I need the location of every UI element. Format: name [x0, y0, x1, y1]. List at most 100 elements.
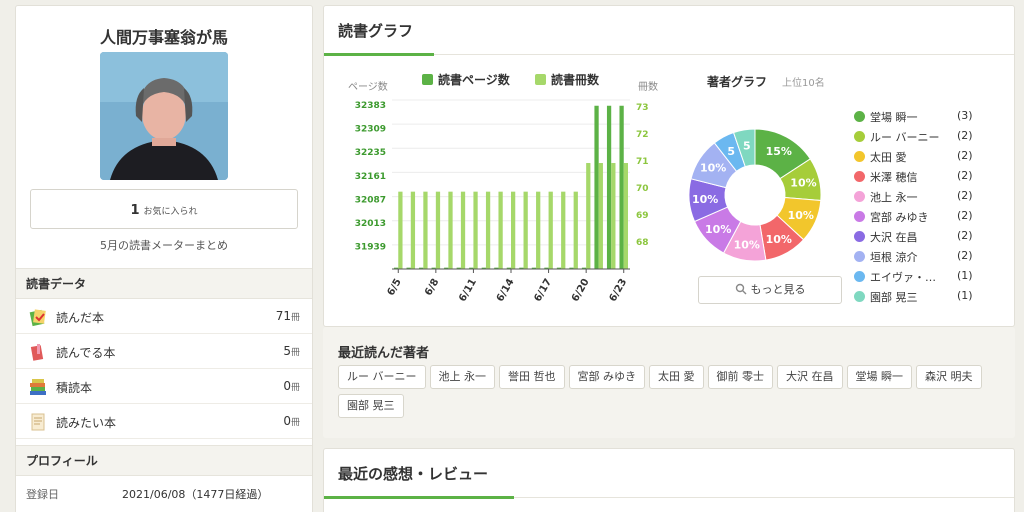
- legend-dot: [854, 291, 865, 302]
- bar-books: [448, 191, 453, 269]
- legend-count: (3): [957, 109, 973, 122]
- legend-swatch-books: [535, 74, 546, 85]
- right-tick-label: 69: [636, 211, 649, 221]
- stat-label: 読んでる本: [56, 346, 116, 360]
- pie-legend-item[interactable]: 宮部 みゆき (2): [854, 209, 973, 225]
- left-tick-label: 32383: [355, 101, 386, 111]
- pie-slice-label: 5: [727, 145, 735, 158]
- author-tag[interactable]: ルー バーニー: [338, 365, 426, 389]
- profile-heading: プロフィール: [16, 445, 312, 476]
- pie-legend-item[interactable]: 米澤 穂信 (2): [854, 169, 973, 185]
- x-tick-label: 6/5: [386, 277, 404, 298]
- bar-pages: [594, 105, 599, 269]
- left-tick-label: 32161: [355, 172, 386, 182]
- registration-row: 登録日 2021/06/08（1477日経過）: [16, 478, 312, 508]
- right-tick-label: 68: [636, 238, 649, 248]
- legend-count: (2): [957, 129, 973, 142]
- author-tag[interactable]: 御前 零士: [707, 365, 773, 389]
- reading-graph-panel: 読書グラフ ページ数 冊数 読書ページ数 読書冊数 32383 32309 32235 321…: [323, 5, 1015, 327]
- bar-books: [623, 163, 628, 269]
- bar-books: [548, 191, 553, 269]
- pie-legend-item[interactable]: 園部 晃三 (1): [854, 289, 973, 305]
- right-tick-label: 72: [636, 130, 649, 140]
- left-tick-label: 32087: [355, 195, 386, 205]
- author-tag[interactable]: 太田 愛: [649, 365, 704, 389]
- stat-row-wishlist[interactable]: 読みたい本 0冊: [16, 404, 312, 439]
- bar-books: [485, 191, 491, 269]
- graph-title: 読書グラフ: [338, 22, 414, 40]
- bar-books: [561, 191, 566, 269]
- pie-slice-label: 10%: [788, 209, 814, 222]
- bar-books: [586, 163, 591, 269]
- legend-dot: [854, 171, 865, 182]
- bar-books: [511, 191, 516, 269]
- pie-legend-item[interactable]: 堂場 瞬一 (3): [854, 109, 973, 125]
- avatar[interactable]: [100, 52, 228, 180]
- legend-author: 米澤 穂信: [870, 171, 918, 184]
- legend-author: エイヴァ・…: [870, 271, 936, 284]
- pie-subtitle: 上位10名: [782, 76, 825, 89]
- pie-legend-item[interactable]: 大沢 在昌 (2): [854, 229, 973, 245]
- author-tag[interactable]: 大沢 在昌: [777, 365, 843, 389]
- favorites-button[interactable]: 1 お気に入られ: [30, 189, 298, 229]
- legend-author: 大沢 在昌: [870, 231, 918, 244]
- author-tag[interactable]: 森沢 明夫: [916, 365, 982, 389]
- legend-count: (2): [957, 249, 973, 262]
- bar-books: [423, 191, 428, 269]
- bar-books: [573, 191, 578, 269]
- bar-books: [435, 191, 441, 269]
- pie-legend-item[interactable]: 太田 愛 (2): [854, 149, 973, 165]
- x-tick-label: 6/8: [423, 277, 441, 298]
- bar-books: [460, 191, 466, 269]
- pie-legend-item[interactable]: エイヴァ・… (1): [854, 269, 973, 285]
- bar-books: [473, 191, 478, 269]
- recent-reviews-panel: 最近の感想・レビュー: [323, 448, 1015, 512]
- legend-count: (2): [957, 149, 973, 162]
- stat-count: 0: [283, 414, 291, 428]
- pie-legend-item[interactable]: 池上 永一 (2): [854, 189, 973, 205]
- stat-unit: 冊: [290, 348, 300, 358]
- see-more-button[interactable]: もっと見る: [698, 276, 842, 304]
- stat-count: 0: [283, 379, 291, 393]
- legend-dot: [854, 151, 865, 162]
- stat-unit: 冊: [290, 418, 300, 428]
- x-tick-label: 6/11: [457, 277, 479, 304]
- legend-author: 堂場 瞬一: [870, 111, 918, 124]
- bar-pages: [606, 105, 612, 269]
- stat-count: 5: [283, 344, 291, 358]
- legend-count: (2): [957, 229, 973, 242]
- stat-unit: 冊: [290, 383, 300, 393]
- stat-unit: 冊: [290, 313, 300, 323]
- recent-authors-title: 最近読んだ著者: [338, 346, 430, 361]
- monthly-summary-link[interactable]: 5月の読書メーターまとめ: [16, 237, 312, 253]
- author-tag[interactable]: 池上 永一: [429, 365, 495, 389]
- stat-row-read[interactable]: 読んだ本 71冊: [16, 299, 312, 334]
- pie-legend-item[interactable]: 垣根 涼介 (2): [854, 249, 973, 265]
- author-tag[interactable]: 宮部 みゆき: [568, 365, 645, 389]
- pie-slice-label: 10%: [692, 193, 718, 206]
- pie-slice-label: 10%: [766, 233, 792, 246]
- stat-row-reading[interactable]: 読んでる本 5冊: [16, 334, 312, 369]
- recent-authors-panel: 最近読んだ著者 ルー バーニー 池上 永一 誉田 哲也 宮部 みゆき 太田 愛御前 零士…: [323, 327, 1015, 438]
- see-more-label: もっと見る: [750, 283, 806, 296]
- legend-author: 池上 永一: [870, 191, 918, 204]
- bar-books: [611, 163, 616, 269]
- favorites-label: お気に入られ: [143, 207, 198, 217]
- author-tag[interactable]: 園部 晃三: [338, 394, 404, 418]
- legend-count: (2): [957, 209, 973, 222]
- bar-books: [598, 163, 603, 269]
- registered-value: 2021/06/08（1477日経過）: [122, 488, 269, 501]
- legend-count: (2): [957, 169, 973, 182]
- stat-row-tsundoku[interactable]: 積読本 0冊: [16, 369, 312, 404]
- legend-label-pages: 読書ページ数: [438, 72, 511, 87]
- left-tick-label: 31939: [355, 243, 386, 253]
- favorites-count: 1: [130, 203, 140, 218]
- bar-books: [523, 191, 528, 269]
- pie-title: 著者グラフ: [706, 74, 767, 89]
- pie-legend-item[interactable]: ルー バーニー (2): [854, 129, 973, 145]
- bar-pages: [619, 105, 624, 269]
- bar-books: [410, 191, 416, 269]
- author-tag[interactable]: 誉田 哲也: [499, 365, 565, 389]
- author-tag-list: ルー バーニー 池上 永一 誉田 哲也 宮部 みゆき 太田 愛御前 零士 大沢 在昌 堂場 …: [338, 365, 998, 423]
- author-tag[interactable]: 堂場 瞬一: [846, 365, 912, 389]
